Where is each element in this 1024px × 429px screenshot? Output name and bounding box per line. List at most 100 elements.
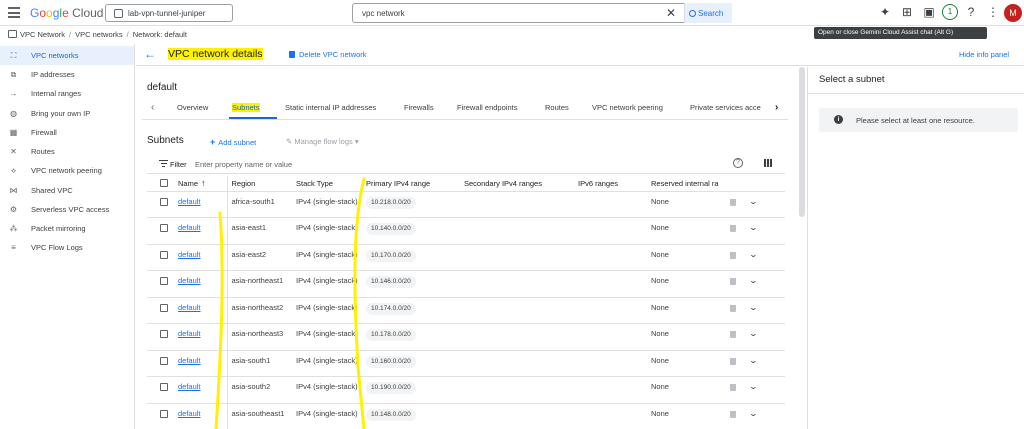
chevron-left-icon[interactable]: ‹ bbox=[151, 102, 154, 113]
row-delete-button[interactable] bbox=[722, 297, 742, 324]
hide-info-panel-button[interactable]: Hide info panel bbox=[959, 50, 1009, 59]
avatar[interactable]: M bbox=[1004, 4, 1022, 22]
row-checkbox[interactable] bbox=[147, 270, 174, 298]
filter-input[interactable]: Enter property name or value bbox=[195, 160, 292, 169]
subnet-name-link[interactable]: default bbox=[174, 376, 227, 404]
column-header-primary-ipv4[interactable]: Primary IPv4 range bbox=[362, 176, 460, 192]
column-display-icon[interactable] bbox=[764, 159, 772, 167]
sidebar-item-flow-logs[interactable]: ≡ VPC Flow Logs bbox=[0, 238, 134, 257]
column-header-secondary-ipv4[interactable]: Secondary IPv4 ranges bbox=[460, 176, 574, 192]
help-icon[interactable]: ? bbox=[733, 158, 743, 168]
tab-vpc-peering[interactable]: VPC network peering bbox=[592, 103, 663, 112]
table-row[interactable]: default asia-east2 IPv4 (single-stack) 10.1… bbox=[147, 244, 785, 271]
row-expand-button[interactable]: ⌄ bbox=[742, 244, 785, 271]
help-icon[interactable]: ? bbox=[963, 4, 979, 20]
subnet-name-link[interactable]: default bbox=[174, 270, 227, 298]
row-delete-button[interactable] bbox=[722, 191, 742, 218]
breadcrumb-item[interactable]: VPC networks bbox=[75, 30, 123, 39]
search-button[interactable]: Search bbox=[684, 3, 732, 23]
row-expand-button[interactable]: ⌄ bbox=[742, 191, 785, 218]
gemini-sparkle-icon[interactable]: ✦ bbox=[877, 4, 893, 20]
row-checkbox[interactable] bbox=[147, 323, 174, 351]
tab-firewalls[interactable]: Firewalls bbox=[404, 103, 434, 112]
column-header-reserved-internal[interactable]: Reserved internal ra bbox=[647, 176, 722, 192]
column-header-stack-type[interactable]: Stack Type bbox=[292, 176, 362, 192]
row-delete-button[interactable] bbox=[722, 217, 742, 245]
column-header-name[interactable]: Name ↑ bbox=[174, 176, 227, 192]
table-row[interactable]: default asia-northeast1 IPv4 (single-stack… bbox=[147, 270, 785, 298]
column-header-ipv6[interactable]: IPv6 ranges bbox=[574, 176, 647, 192]
select-all-checkbox[interactable] bbox=[147, 176, 174, 192]
add-subnet-button[interactable]: + Add subnet bbox=[210, 137, 256, 147]
row-delete-button[interactable] bbox=[722, 376, 742, 404]
delete-vpc-button[interactable]: Delete VPC network bbox=[289, 50, 367, 59]
subnet-name-link[interactable]: default bbox=[174, 323, 227, 351]
chevron-right-icon[interactable]: › bbox=[775, 102, 778, 113]
row-expand-button[interactable]: ⌄ bbox=[742, 376, 785, 404]
sidebar-item-firewall[interactable]: ▦ Firewall bbox=[0, 123, 134, 142]
row-expand-button[interactable]: ⌄ bbox=[742, 297, 785, 324]
table-row[interactable]: default asia-south1 IPv4 (single-stack) 10.… bbox=[147, 350, 785, 377]
row-expand-button[interactable]: ⌄ bbox=[742, 350, 785, 377]
tab-firewall-endpoints[interactable]: Firewall endpoints bbox=[457, 103, 517, 112]
notifications-badge[interactable]: 1 bbox=[942, 4, 958, 20]
table-row[interactable]: default asia-east1 IPv4 (single-stack) 10.1… bbox=[147, 217, 785, 245]
sidebar-item-packet-mirroring[interactable]: ⁂ Packet mirroring bbox=[0, 219, 134, 238]
sort-arrow-icon[interactable]: ↑ bbox=[201, 178, 206, 188]
row-checkbox[interactable] bbox=[147, 244, 174, 271]
sidebar-item-internal-ranges[interactable]: → Internal ranges bbox=[0, 84, 134, 103]
row-delete-button[interactable] bbox=[722, 403, 742, 429]
row-checkbox[interactable] bbox=[147, 376, 174, 404]
search-box[interactable]: vpc network ✕ Search bbox=[352, 3, 732, 23]
back-arrow-icon[interactable]: ← bbox=[144, 47, 156, 61]
table-row[interactable]: default asia-northeast2 IPv4 (single-stack… bbox=[147, 297, 785, 324]
tab-subnets[interactable]: Subnets bbox=[232, 103, 260, 112]
subnet-name-link[interactable]: default bbox=[174, 350, 227, 377]
row-checkbox[interactable] bbox=[147, 350, 174, 377]
manage-flow-logs-button[interactable]: ✎ Manage flow logs ▾ bbox=[286, 137, 359, 146]
row-delete-button[interactable] bbox=[722, 244, 742, 271]
row-delete-button[interactable] bbox=[722, 323, 742, 351]
filter-bar[interactable]: Filter Enter property name or value ? bbox=[147, 155, 785, 174]
subnet-name-link[interactable]: default bbox=[174, 217, 227, 245]
tab-routes[interactable]: Routes bbox=[545, 103, 569, 112]
subnet-name-link[interactable]: default bbox=[174, 403, 227, 429]
more-vert-icon[interactable]: ⋮ bbox=[985, 4, 1001, 20]
sidebar-item-ip-addresses[interactable]: ⧉ IP addresses bbox=[0, 65, 134, 84]
sidebar-item-byoip[interactable]: ◍ Bring your own IP bbox=[0, 104, 134, 123]
row-delete-button[interactable] bbox=[722, 270, 742, 298]
menu-icon[interactable] bbox=[8, 7, 20, 18]
row-delete-button[interactable] bbox=[722, 350, 742, 377]
row-checkbox[interactable] bbox=[147, 403, 174, 429]
sidebar-item-routes[interactable]: ✕ Routes bbox=[0, 142, 134, 161]
tab-private-services[interactable]: Private services acce bbox=[690, 103, 761, 112]
subnet-name-link[interactable]: default bbox=[174, 297, 227, 324]
table-row[interactable]: default asia-northeast3 IPv4 (single-stack… bbox=[147, 323, 785, 351]
row-expand-button[interactable]: ⌄ bbox=[742, 217, 785, 245]
tab-static-internal-ips[interactable]: Static internal IP addresses bbox=[285, 103, 376, 112]
cloud-shell-icon[interactable]: ▣ bbox=[921, 4, 937, 20]
row-expand-button[interactable]: ⌄ bbox=[742, 323, 785, 351]
row-checkbox[interactable] bbox=[147, 217, 174, 245]
row-expand-button[interactable]: ⌄ bbox=[742, 270, 785, 298]
sidebar-item-peering[interactable]: ⟡ VPC network peering bbox=[0, 161, 134, 180]
google-cloud-logo[interactable]: Google Cloud bbox=[30, 6, 103, 20]
column-header-region[interactable]: Region bbox=[226, 176, 292, 192]
row-checkbox[interactable] bbox=[147, 297, 174, 324]
tab-overview[interactable]: Overview bbox=[177, 103, 208, 112]
subnet-name-link[interactable]: default bbox=[174, 244, 227, 271]
sidebar-item-shared-vpc[interactable]: ⋈ Shared VPC bbox=[0, 181, 134, 200]
row-expand-button[interactable]: ⌄ bbox=[742, 403, 785, 429]
sidebar-item-serverless[interactable]: ⚙ Serverless VPC access bbox=[0, 200, 134, 219]
search-input[interactable]: vpc network bbox=[362, 9, 405, 18]
table-row[interactable]: default asia-southeast1 IPv4 (single-stack… bbox=[147, 403, 785, 429]
table-row[interactable]: default africa-south1 IPv4 (single-stack) 1… bbox=[147, 191, 785, 218]
breadcrumb-item[interactable]: VPC Network bbox=[20, 30, 65, 39]
row-checkbox[interactable] bbox=[147, 191, 174, 218]
scrollbar[interactable] bbox=[799, 67, 805, 217]
sidebar-item-vpc-networks[interactable]: ⛶ VPC networks bbox=[0, 46, 134, 65]
project-picker[interactable]: lab-vpn-tunnel-juniper bbox=[105, 4, 233, 22]
clear-search-icon[interactable]: ✕ bbox=[666, 6, 676, 20]
gift-icon[interactable]: ⊞ bbox=[899, 4, 915, 20]
table-row[interactable]: default asia-south2 IPv4 (single-stack) 10.… bbox=[147, 376, 785, 404]
